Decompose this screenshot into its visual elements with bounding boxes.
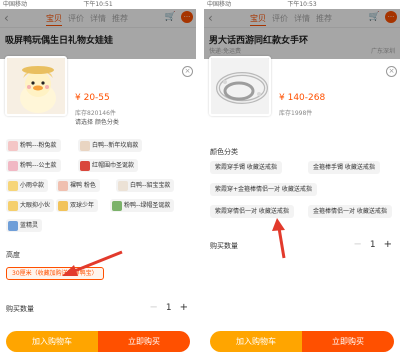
quantity-value[interactable]: 1 [166, 303, 172, 313]
color-swatch [80, 160, 90, 171]
color-option-chip[interactable]: 大眼抑小伙 [6, 199, 55, 212]
quantity-value[interactable]: 1 [370, 240, 376, 250]
color-option-label: 粉鸭---粉兔款 [20, 142, 57, 149]
color-option-chip[interactable]: 双球少年 [56, 199, 99, 212]
close-icon[interactable]: × [386, 66, 397, 77]
color-swatch [8, 160, 18, 171]
color-swatch [58, 200, 68, 211]
option-chip[interactable]: 紫霞穿+金箍棒情侣一对 收藏送戒指 [210, 183, 317, 196]
option-chip[interactable]: 紫霞穿情侣一对 收藏送戒指 [210, 205, 294, 218]
quantity-label: 购买数量 [210, 242, 238, 250]
action-bar: 加入购物车 立即购买 [210, 331, 394, 352]
color-swatch [8, 180, 18, 191]
option-chip[interactable]: 金箍棒手镯 收藏送戒指 [308, 161, 380, 174]
selection-hint: 请选择 颜色分类 [75, 119, 119, 126]
price: ¥ 20-55 [75, 93, 110, 103]
option-chip[interactable]: 紫霞穿手镯 收藏送戒指 [210, 161, 282, 174]
color-swatch [112, 200, 122, 211]
right-screenshot: 中国移动 下午10:53 ‹ 宝贝 评价 详情 推荐 🛒 ··· 男大话西游同红… [204, 0, 400, 356]
color-option-label: 小雨伞款 [20, 182, 45, 189]
overlay-dim[interactable] [204, 9, 400, 59]
color-option-label: 裸鸭 粉色 [70, 182, 96, 189]
add-to-cart-button[interactable]: 加入购物车 [210, 331, 302, 352]
quantity-label: 购买数量 [6, 305, 34, 313]
buy-now-button[interactable]: 立即购买 [98, 331, 190, 352]
clock: 下午10:53 [287, 1, 317, 8]
color-swatch [58, 180, 68, 191]
stock-count: 库存1998件 [279, 110, 313, 117]
color-swatch [8, 140, 18, 151]
product-thumbnail [5, 56, 67, 116]
color-option-label: 粉鸭---公主款 [20, 162, 57, 169]
status-bar: 中国移动 下午10:53 [204, 0, 400, 9]
add-to-cart-button[interactable]: 加入购物车 [6, 331, 98, 352]
sku-sheet: × ¥ 20-55 库存820146件 请选择 颜色分类 粉鸭---粉兔款白鸭-… [0, 56, 196, 356]
height-label: 高度 [6, 251, 20, 259]
buy-now-button[interactable]: 立即购买 [302, 331, 394, 352]
color-option-label: 蓝精灵 [20, 222, 39, 229]
color-option-label: 粉鸭--绿帽圣诞款 [124, 202, 171, 209]
color-category-label: 颜色分类 [210, 148, 238, 156]
action-bar: 加入购物车 立即购买 [6, 331, 190, 352]
color-option-chip[interactable]: 蓝精灵 [6, 219, 43, 232]
color-swatch [8, 200, 18, 211]
color-option-chip[interactable]: 粉鸭---粉兔款 [6, 139, 61, 152]
quantity-stepper: − 1 + [149, 302, 188, 313]
color-option-chip[interactable]: 小雨伞款 [6, 179, 49, 192]
color-option-chip[interactable]: 裸鸭 粉色 [56, 179, 100, 192]
color-option-chip[interactable]: 白鸭--新年坎肩款 [78, 139, 143, 152]
color-swatch [118, 180, 128, 191]
close-icon[interactable]: × [182, 66, 193, 77]
clock: 下午10:51 [83, 1, 113, 8]
color-swatch [8, 220, 18, 231]
divider [198, 0, 202, 356]
height-option-selected[interactable]: 30厘米（收藏加购送吸屏鸭宝） [6, 267, 104, 280]
color-option-label: 双球少年 [70, 202, 95, 209]
overlay-dim[interactable] [0, 9, 196, 59]
product-thumbnail [209, 56, 271, 116]
color-option-chip[interactable]: 红帽围巾圣诞款 [78, 159, 139, 172]
color-option-label: 白鸭--貂宝宝款 [130, 182, 171, 189]
color-option-chip[interactable]: 粉鸭---公主款 [6, 159, 61, 172]
quantity-stepper: − 1 + [353, 239, 392, 250]
color-option-chip[interactable]: 白鸭--貂宝宝款 [116, 179, 175, 192]
stock-count: 库存820146件 [75, 110, 116, 117]
color-option-chip[interactable]: 粉鸭--绿帽圣诞款 [110, 199, 175, 212]
status-bar: 中国移动 下午10:51 [0, 0, 196, 9]
option-chip[interactable]: 金箍棒情侣一对 收藏送戒指 [308, 205, 392, 218]
left-screenshot: 中国移动 下午10:51 ‹ 宝贝 评价 详情 推荐 🛒 ··· 吸屏鸭玩偶生日… [0, 0, 196, 356]
sku-sheet: × ¥ 140-268 库存1998件 颜色分类 紫霞穿手镯 收藏送戒指 金箍棒… [204, 56, 400, 356]
minus-button[interactable]: − [149, 302, 157, 313]
color-option-label: 大眼抑小伙 [20, 202, 51, 209]
plus-button[interactable]: + [384, 239, 392, 250]
minus-button[interactable]: − [353, 239, 361, 250]
plus-button[interactable]: + [180, 302, 188, 313]
price: ¥ 140-268 [279, 93, 326, 103]
color-option-label: 红帽围巾圣诞款 [92, 162, 135, 169]
color-swatch [80, 140, 90, 151]
color-option-label: 白鸭--新年坎肩款 [92, 142, 139, 149]
